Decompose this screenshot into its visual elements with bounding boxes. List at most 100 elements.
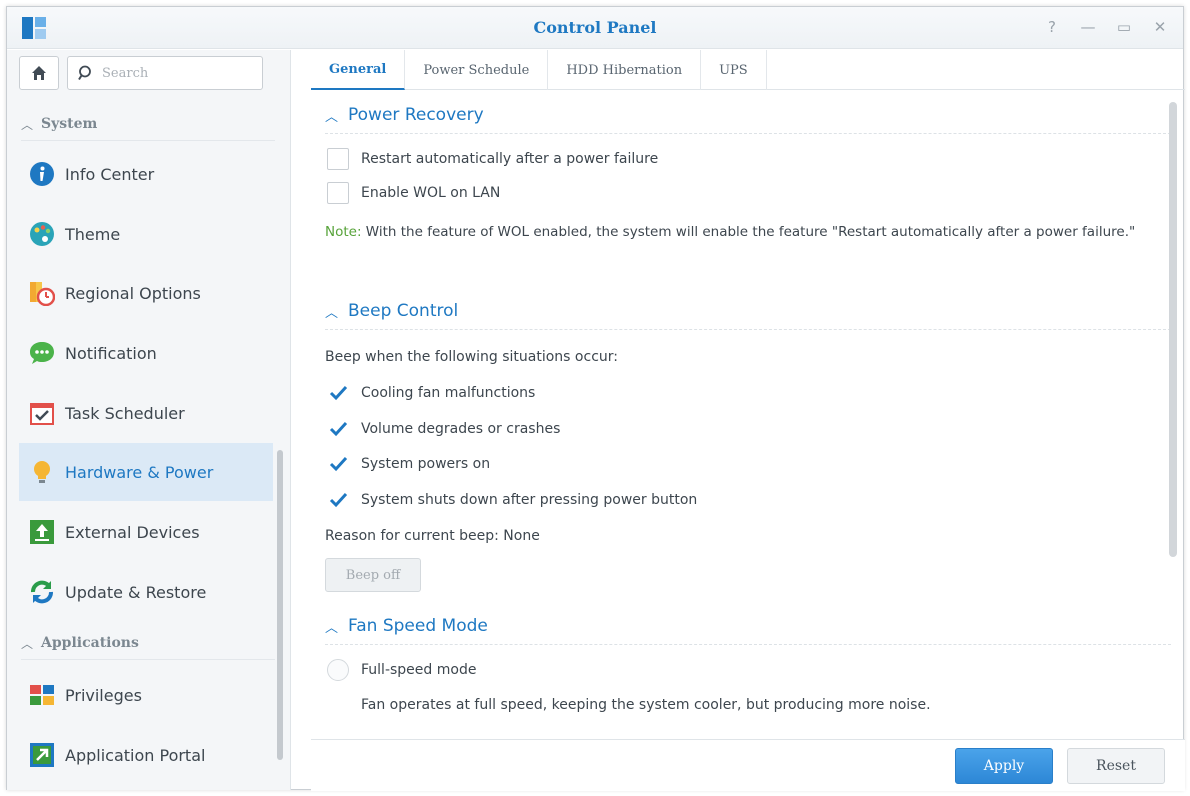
sidebar: ︿ System Info Center Theme [7,50,291,790]
radio-label: Full-speed mode [361,662,477,678]
checkbox-row-restart-after-failure: Restart automatically after a power fail… [327,148,658,170]
checkbox-label: System shuts down after pressing power b… [361,492,698,508]
note-label: Note: [325,224,362,240]
radio-row-full-speed: Full-speed mode [327,659,476,681]
chevron-up-icon: ︿ [21,636,34,651]
tab-power-schedule[interactable]: Power Schedule [405,50,549,90]
footer-bar: Apply Reset [311,739,1185,791]
sidebar-item-hardware-power[interactable]: Hardware & Power [19,443,273,501]
chevron-up-icon: ︿ [325,109,339,125]
sidebar-item-label: Application Portal [65,745,206,765]
sidebar-item-label: Info Center [65,164,155,184]
window-title: Control Panel [533,18,657,37]
system-shuts-down-checkbox[interactable] [327,489,349,511]
checkbox-label: Restart automatically after a power fail… [361,151,659,167]
chevron-up-icon: ︿ [325,305,339,321]
checkmark-icon [329,456,348,472]
tab-general[interactable]: General [311,50,406,90]
sidebar-item-label: Theme [65,224,121,244]
tab-bar: General Power Schedule HDD Hibernation U… [311,50,1185,90]
sidebar-item-privileges[interactable]: Privileges [19,666,273,724]
sidebar-item-label: Update & Restore [65,582,207,602]
beep-intro-text: Beep when the following situations occur… [325,349,618,365]
sidebar-item-label: Task Scheduler [65,403,185,423]
privileges-grid-icon [30,685,54,705]
sidebar-item-external-devices[interactable]: External Devices [19,503,273,561]
reset-button[interactable]: Reset [1067,748,1165,784]
full-speed-radio[interactable] [327,659,349,681]
sidebar-item-update-restore[interactable]: Update & Restore [19,563,273,621]
sidebar-item-notification[interactable]: Notification [19,324,273,382]
checkbox-row-system-shuts-down: System shuts down after pressing power b… [327,489,697,511]
sidebar-item-regional-options[interactable]: Regional Options [19,264,273,322]
section-label-system: System [41,116,98,132]
title-bar: Control Panel ? — ▭ ✕ [7,7,1183,49]
home-button[interactable] [19,56,59,90]
minimize-icon[interactable]: — [1079,17,1097,37]
cooling-fan-checkbox[interactable] [327,382,349,404]
sidebar-item-label: Notification [65,343,157,363]
palette-icon [30,222,54,246]
search-field[interactable] [67,56,263,90]
beep-reason-text: Reason for current beep: None [325,528,540,544]
enable-wol-checkbox[interactable] [327,182,349,204]
settings-content: ︿ Power Recovery Restart automatically a… [311,91,1171,731]
sidebar-item-label: Privileges [65,685,142,705]
checkbox-row-system-powers-on: System powers on [327,453,490,475]
control-panel-window: Control Panel ? — ▭ ✕ ︿ [6,6,1185,791]
sidebar-item-label: Regional Options [65,283,201,303]
restart-after-failure-checkbox[interactable] [327,148,349,170]
note-text: With the feature of WOL enabled, the sys… [361,224,1136,240]
checkmark-icon [329,385,348,401]
checkbox-label: Enable WOL on LAN [361,185,501,201]
maximize-icon[interactable]: ▭ [1115,17,1133,37]
close-icon[interactable]: ✕ [1151,17,1169,37]
section-title: Power Recovery [348,105,484,125]
chevron-up-icon: ︿ [21,117,34,132]
regional-clock-icon [30,282,55,306]
calendar-check-icon [30,403,54,425]
checkbox-label: System powers on [361,456,491,472]
wol-note: Note: With the feature of WOL enabled, t… [325,221,1145,243]
checkbox-row-cooling-fan: Cooling fan malfunctions [327,382,535,404]
help-icon[interactable]: ? [1043,17,1061,37]
lightbulb-icon [34,461,50,483]
chevron-up-icon: ︿ [325,620,339,636]
sidebar-item-label: External Devices [65,522,200,542]
volume-degrades-checkbox[interactable] [327,418,349,440]
checkbox-row-enable-wol: Enable WOL on LAN [327,182,500,204]
refresh-icon [31,580,53,604]
sidebar-item-task-scheduler[interactable]: Task Scheduler [19,384,273,442]
checkmark-icon [329,492,348,508]
sidebar-item-label: Hardware & Power [65,462,214,482]
system-powers-on-checkbox[interactable] [327,453,349,475]
section-header-applications[interactable]: ︿ Applications [21,630,139,656]
sidebar-item-application-portal[interactable]: Application Portal [19,726,273,784]
checkbox-label: Volume degrades or crashes [361,421,561,437]
portal-arrow-icon [30,743,54,767]
search-input[interactable] [102,65,242,81]
info-icon [30,162,54,186]
full-speed-description: Fan operates at full speed, keeping the … [361,697,931,713]
section-label-applications: Applications [41,635,139,651]
section-fan-speed-mode[interactable]: ︿ Fan Speed Mode [325,616,488,636]
beep-off-button[interactable]: Beep off [325,558,421,592]
checkbox-label: Cooling fan malfunctions [361,385,536,401]
chat-bubble-icon [30,342,54,364]
sidebar-item-theme[interactable]: Theme [19,205,273,263]
tab-hdd-hibernation[interactable]: HDD Hibernation [548,50,702,90]
apply-button[interactable]: Apply [955,748,1053,784]
section-header-system[interactable]: ︿ System [21,111,97,137]
sidebar-scrollbar[interactable] [277,450,283,760]
section-title: Beep Control [348,301,459,321]
section-power-recovery[interactable]: ︿ Power Recovery [325,105,484,125]
content-scrollbar[interactable] [1169,102,1177,557]
tab-ups[interactable]: UPS [701,50,767,90]
upload-box-icon [30,520,54,544]
sidebar-item-info-center[interactable]: Info Center [19,145,273,203]
checkbox-row-volume-degrades: Volume degrades or crashes [327,418,560,440]
section-beep-control[interactable]: ︿ Beep Control [325,301,458,321]
checkmark-icon [329,421,348,437]
search-icon [78,65,91,81]
section-title: Fan Speed Mode [348,616,488,636]
